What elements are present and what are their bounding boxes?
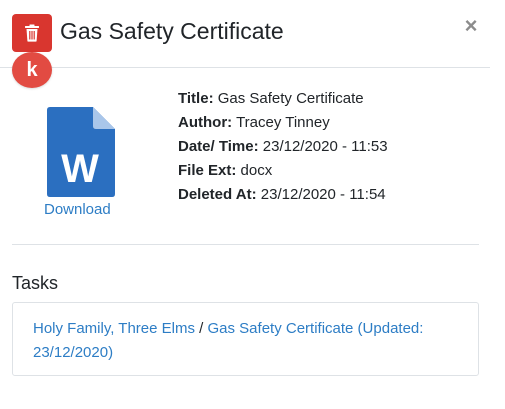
avatar[interactable]: k [12,52,52,88]
word-document-icon[interactable]: W [47,107,115,197]
trash-icon [25,24,39,42]
meta-file-ext: File Ext: docx [178,162,273,179]
file-metadata: Title: Gas Safety Certificate Author: Tr… [178,87,388,207]
task-separator: / [194,320,208,337]
section-divider [12,244,479,245]
meta-date-time: Date/ Time: 23/12/2020 - 11:53 [178,138,388,155]
close-icon[interactable]: × [459,12,483,40]
meta-deleted-at: Deleted At: 23/12/2020 - 11:54 [178,186,386,203]
download-link[interactable]: Download [44,200,111,220]
modal-title: Gas Safety Certificate [60,18,284,44]
delete-button[interactable] [12,14,52,52]
meta-title: Title: Gas Safety Certificate [178,90,364,107]
document-modal: Gas Safety Certificate × k W Download Ti… [0,0,505,409]
modal-header: Gas Safety Certificate × [0,0,490,68]
task-list-item: Holy Family, Three Elms / Gas Safety Cer… [12,302,479,376]
task-location-link[interactable]: Holy Family, Three Elms [33,320,195,337]
tasks-heading: Tasks [12,273,59,293]
doc-letter: W [61,147,99,191]
meta-author: Author: Tracey Tinney [178,114,330,131]
